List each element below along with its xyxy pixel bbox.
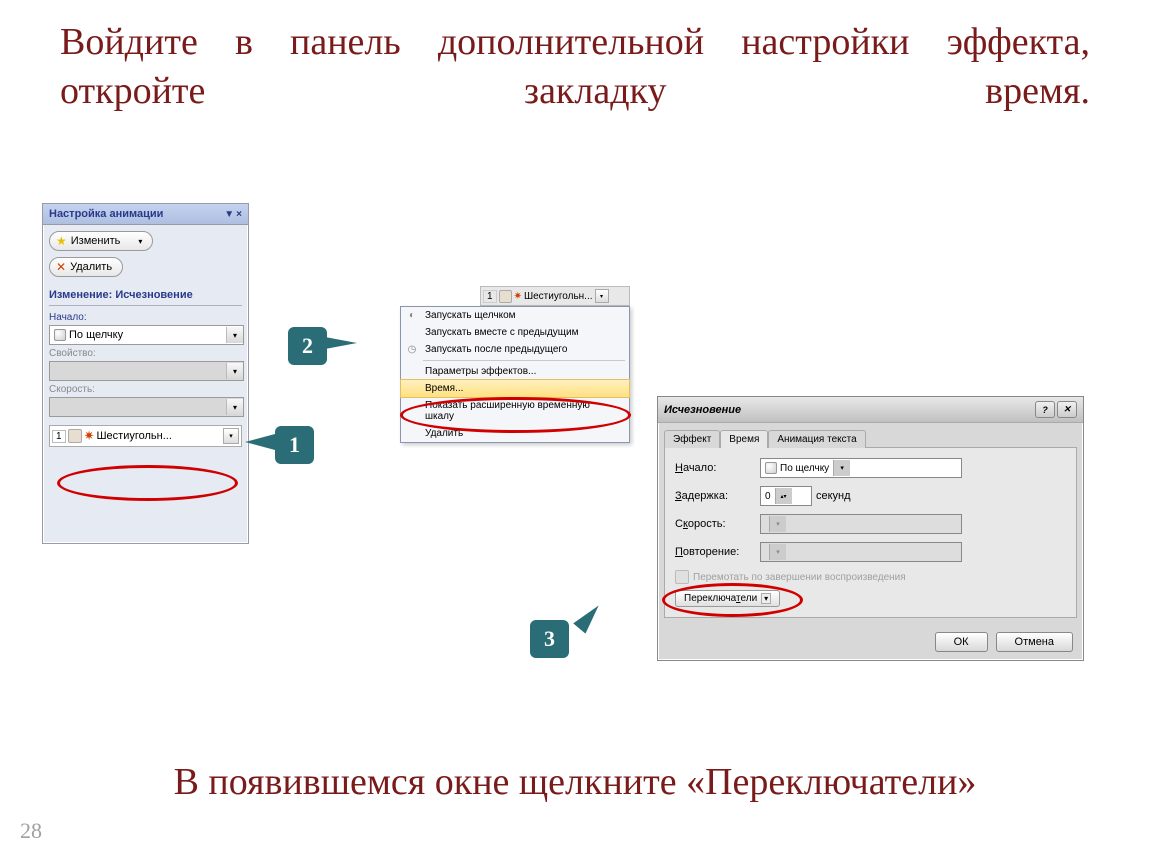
chevron-down-icon: ▾ — [769, 516, 786, 532]
animation-item[interactable]: 1 ✷ Шестиугольн... ▾ — [49, 425, 242, 447]
repeat-label: Повторение: — [675, 546, 760, 558]
delete-icon: ✕ — [56, 260, 66, 274]
speed-combo: ▾ — [760, 514, 962, 534]
chevron-down-icon: ▾ — [138, 237, 142, 246]
close-icon[interactable]: × — [236, 209, 242, 220]
item-name: Шестиугольн... — [96, 430, 223, 442]
dialog-titlebar: Исчезновение ? ✕ — [658, 397, 1083, 423]
chevron-down-icon: ▾ — [833, 460, 850, 476]
click-icon — [54, 329, 66, 341]
dialog-title: Исчезновение — [664, 404, 741, 416]
chevron-down-icon: ▾ — [226, 399, 243, 415]
callout-1: 1 — [275, 426, 314, 464]
chevron-down-icon[interactable]: ▾ — [223, 428, 239, 444]
start-label: Начало: — [675, 462, 760, 474]
close-icon[interactable]: ✕ — [1057, 401, 1077, 418]
start-combo[interactable]: По щелчку▾ — [760, 458, 962, 478]
effect-icon: ✷ — [514, 291, 522, 302]
change-button[interactable]: ★Изменить▾ — [49, 231, 153, 251]
spinner-icon[interactable]: ▴▾ — [775, 488, 792, 504]
pane-titlebar: Настройка анимации ▼ × — [43, 204, 248, 225]
menu-item-remove[interactable]: Удалить — [401, 425, 629, 442]
menu-item-start-onclick[interactable]: ◐Запускать щелчком — [401, 307, 629, 324]
property-select: ▾ — [49, 361, 244, 381]
menu-item-show-timeline[interactable]: Показать расширенную временную шкалу — [401, 397, 629, 425]
menu-item-start-after[interactable]: ◷Запускать после предыдущего — [401, 341, 629, 358]
clock-icon: ◷ — [405, 344, 419, 355]
effect-icon: ✷ — [84, 428, 95, 444]
expand-icon: ▾ — [761, 593, 771, 604]
tab-effect[interactable]: Эффект — [664, 430, 720, 448]
triggers-button[interactable]: Переключатели▾ — [675, 590, 780, 607]
menu-item-effect-options[interactable]: Параметры эффектов... — [401, 363, 629, 380]
start-select[interactable]: По щелчку▾ — [49, 325, 244, 345]
callout-2: 2 — [288, 327, 327, 365]
instruction-bottom: В появившемся окне щелкните «Переключате… — [40, 760, 1110, 804]
item-number: 1 — [52, 430, 66, 443]
speed-label: Скорость: — [49, 384, 242, 395]
rewind-checkbox-row: Перемотать по завершении воспроизведения — [675, 570, 1066, 584]
delay-unit: секунд — [816, 490, 851, 502]
chevron-down-icon[interactable]: ▼ — [224, 209, 234, 220]
delete-button[interactable]: ✕Удалить — [49, 257, 123, 277]
click-icon — [68, 429, 82, 443]
tab-time[interactable]: Время — [720, 430, 768, 448]
section-header: Изменение: Исчезновение — [49, 289, 242, 303]
chevron-down-icon: ▾ — [595, 289, 609, 303]
property-label: Свойство: — [49, 348, 242, 359]
delay-label: Задержка: — [675, 490, 760, 502]
context-area: 1 ✷ Шестиугольн... ▾ ◐Запускать щелчком … — [400, 286, 630, 443]
ok-button[interactable]: ОК — [935, 632, 988, 652]
help-icon[interactable]: ? — [1035, 401, 1055, 418]
chevron-down-icon: ▾ — [769, 544, 786, 560]
rewind-label: Перемотать по завершении воспроизведения — [693, 572, 906, 583]
tab-text-animation[interactable]: Анимация текста — [768, 430, 865, 448]
speed-select: ▾ — [49, 397, 244, 417]
chevron-down-icon: ▾ — [226, 327, 243, 343]
callout-3: 3 — [530, 620, 569, 658]
context-header-item[interactable]: 1 ✷ Шестиугольн... ▾ — [480, 286, 630, 306]
context-menu: ◐Запускать щелчком Запускать вместе с пр… — [400, 306, 630, 443]
pane-title-text: Настройка анимации — [49, 208, 163, 220]
cancel-button[interactable]: Отмена — [996, 632, 1073, 652]
instruction-title: Войдите в панель дополнительной настройк… — [60, 18, 1090, 117]
chevron-down-icon: ▾ — [226, 363, 243, 379]
menu-separator — [423, 360, 625, 361]
page-number: 28 — [20, 818, 42, 844]
dialog-body: Начало: По щелчку▾ Задержка: 0▴▾ секунд С… — [664, 447, 1077, 618]
click-icon — [765, 462, 777, 474]
animation-pane: Настройка анимации ▼ × ★Изменить▾ ✕Удали… — [42, 203, 249, 544]
delay-spin[interactable]: 0▴▾ — [760, 486, 812, 506]
speed-label: Скорость: — [675, 518, 760, 530]
start-label: Начало: — [49, 312, 242, 323]
timing-dialog: Исчезновение ? ✕ Эффект Время Анимация т… — [657, 396, 1084, 661]
click-icon — [499, 290, 512, 303]
repeat-combo: ▾ — [760, 542, 962, 562]
rewind-checkbox[interactable] — [675, 570, 689, 584]
menu-item-start-with[interactable]: Запускать вместе с предыдущим — [401, 324, 629, 341]
click-icon: ◐ — [405, 310, 419, 321]
dialog-tabs: Эффект Время Анимация текста — [658, 423, 1083, 447]
menu-item-timing[interactable]: Время... — [400, 379, 630, 398]
star-icon: ★ — [56, 234, 67, 248]
